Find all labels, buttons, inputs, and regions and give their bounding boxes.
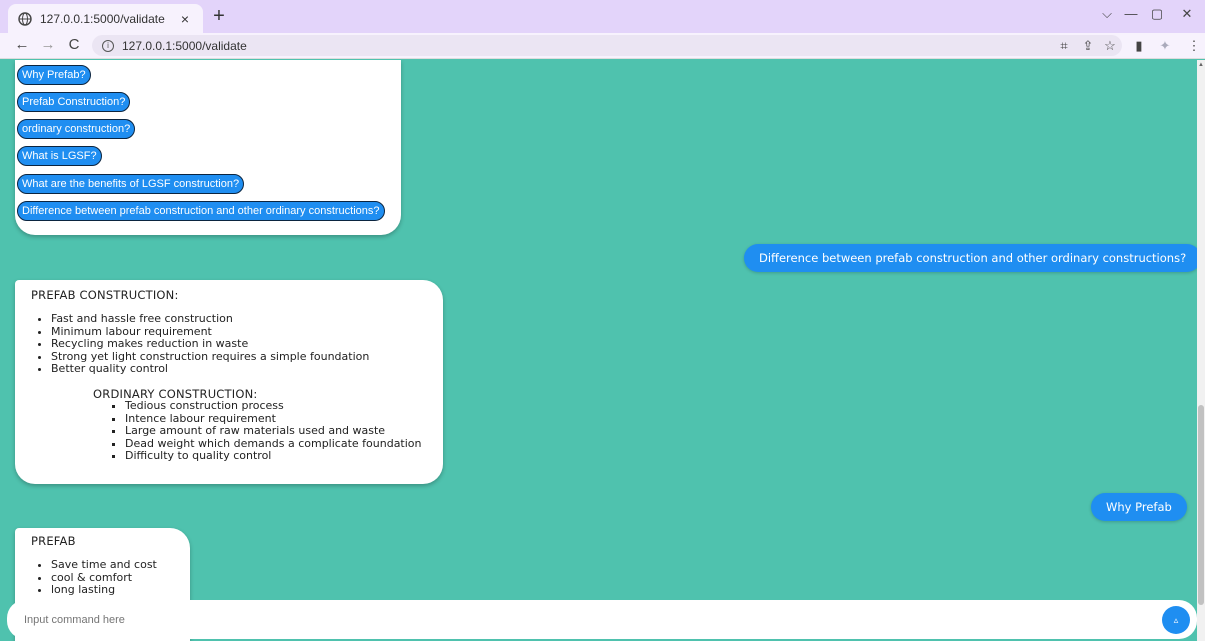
quick-reply-button[interactable]: What is LGSF? (17, 146, 102, 166)
site-info-icon[interactable]: i (102, 39, 114, 52)
ordinary-points-list: Tedious construction process Intence lab… (111, 399, 422, 463)
translate-icon[interactable]: ⌗ (1056, 38, 1072, 54)
quick-reply-button[interactable]: Why Prefab? (17, 65, 91, 85)
list-item: Tedious construction process (125, 399, 422, 413)
browser-tab-bar: 127.0.0.1:5000/validate × + ⌵ — ▢ ✕ (0, 0, 1205, 33)
command-input[interactable] (24, 610, 1124, 630)
globe-icon (18, 11, 32, 26)
list-item: Save time and cost (51, 558, 157, 572)
tab-title: 127.0.0.1:5000/validate (40, 11, 165, 26)
prefab-benefits-list: Save time and cost cool & comfort long l… (37, 558, 157, 597)
tab-search-icon[interactable]: ⌵ (1096, 6, 1118, 22)
back-icon[interactable]: ← (12, 36, 32, 53)
user-message: Why Prefab (1091, 493, 1187, 521)
bookmark-star-icon[interactable]: ☆ (1102, 38, 1118, 54)
list-item: long lasting (51, 583, 157, 597)
share-icon[interactable]: ⇪ (1080, 38, 1096, 54)
list-item: Large amount of raw materials used and w… (125, 424, 422, 438)
user-message: Difference between prefab construction a… (744, 244, 1197, 272)
list-item: Recycling makes reduction in waste (51, 337, 369, 351)
prefab-heading: PREFAB (31, 534, 76, 548)
chat-area: Why Prefab? Prefab Construction? ordinar… (0, 60, 1197, 641)
list-item: Difficulty to quality control (125, 449, 422, 463)
new-tab-button[interactable]: + (209, 6, 229, 27)
address-bar[interactable]: i 127.0.0.1:5000/validate (92, 35, 1122, 56)
restore-icon[interactable]: ▢ (1146, 6, 1168, 22)
reload-icon[interactable]: C (64, 36, 84, 53)
scroll-up-icon[interactable]: ▲ (1198, 62, 1204, 68)
browser-tab[interactable]: 127.0.0.1:5000/validate × (8, 4, 203, 33)
forward-icon[interactable]: → (38, 36, 58, 53)
prefab-construction-heading: PREFAB CONSTRUCTION: (31, 288, 179, 302)
browser-toolbar: ← → C i 127.0.0.1:5000/validate ⌗ ⇪ ☆ ▮ … (0, 33, 1205, 59)
send-icon[interactable]: ▵ (1162, 606, 1190, 634)
quick-reply-button[interactable]: Prefab Construction? (17, 92, 131, 112)
url-text: 127.0.0.1:5000/validate (122, 38, 247, 53)
extension-icon[interactable]: ✦ (1157, 38, 1173, 54)
page-scrollbar[interactable]: ▲ (1197, 60, 1205, 641)
prefab-points-list: Fast and hassle free construction Minimu… (37, 312, 369, 376)
command-input-bar: ▵ (7, 600, 1197, 639)
bot-message: PREFAB CONSTRUCTION: Fast and hassle fre… (15, 280, 443, 484)
quick-reply-button[interactable]: What are the benefits of LGSF constructi… (17, 174, 245, 194)
tab-close-icon[interactable]: × (177, 11, 193, 27)
window-close-icon[interactable]: ✕ (1176, 6, 1198, 22)
browser-menu-icon[interactable]: ⋮ (1186, 38, 1202, 54)
scrollbar-thumb[interactable] (1198, 405, 1204, 605)
side-panel-icon[interactable]: ▮ (1131, 38, 1147, 54)
minimize-icon[interactable]: — (1120, 6, 1142, 21)
quick-reply-button[interactable]: Difference between prefab construction a… (17, 201, 385, 221)
list-item: Better quality control (51, 362, 369, 376)
quick-reply-button[interactable]: ordinary construction? (17, 119, 136, 139)
list-item: Fast and hassle free construction (51, 312, 369, 326)
